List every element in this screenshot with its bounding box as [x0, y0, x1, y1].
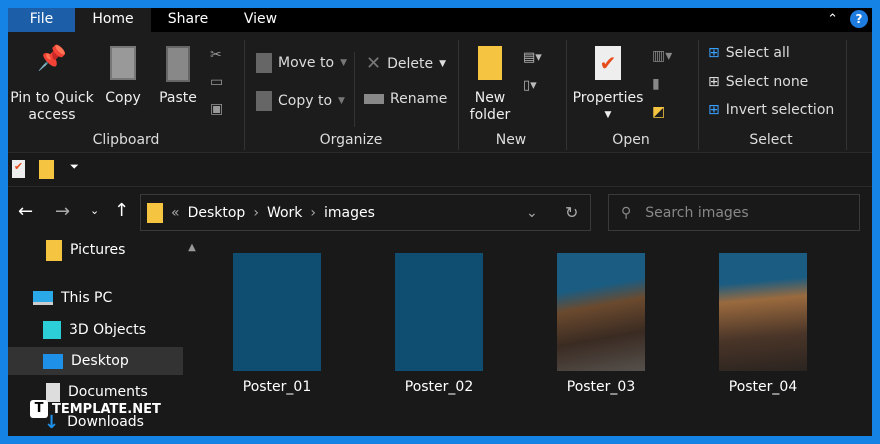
group-new: New	[495, 132, 527, 148]
invert-selection-icon: ⊞	[708, 102, 720, 118]
address-input[interactable]: « Desktop › Work › images ⌄ ↻	[140, 194, 591, 231]
delete-icon: ✕	[366, 53, 382, 74]
nav-item-desktop[interactable]: Desktop	[8, 347, 183, 375]
invert-selection-button[interactable]: ⊞ Invert selection	[708, 102, 834, 118]
address-bar-row: ← → ⌄ ↑ « Desktop › Work › images ⌄ ↻ ⚲ Se…	[8, 188, 872, 236]
back-icon[interactable]: ←	[18, 201, 33, 222]
pin-icon: 📌	[37, 44, 67, 72]
thumbnail	[395, 253, 483, 371]
group-clipboard: Clipboard	[92, 132, 160, 148]
file-item[interactable]: Poster_04	[693, 253, 833, 395]
tab-share[interactable]: Share	[158, 8, 218, 32]
folder-icon	[478, 46, 502, 80]
refresh-icon[interactable]: ↻	[565, 203, 578, 222]
select-none-button[interactable]: ⊞ Select none	[708, 74, 808, 90]
customize-qat-icon[interactable]: ⏷	[70, 160, 79, 174]
group-organize: Organize	[319, 132, 383, 148]
delete-button[interactable]: ✕ Delete ▼	[366, 53, 446, 74]
cube-icon	[43, 321, 61, 339]
move-to-button[interactable]: Move to ▼	[256, 53, 347, 73]
copy-button[interactable]: Copy	[102, 46, 144, 107]
edit-icon[interactable]: ▮	[652, 70, 672, 98]
file-list: Poster_01 Poster_02 Poster_03 Poster_04	[208, 236, 872, 436]
file-item[interactable]: Poster_03	[531, 253, 671, 395]
collapse-ribbon-icon[interactable]: ⌃	[827, 12, 838, 27]
group-open: Open	[612, 132, 650, 148]
copy-to-button[interactable]: Copy to ▼	[256, 91, 345, 111]
folder-icon	[46, 239, 62, 261]
paste-shortcut-icon[interactable]: ▣	[210, 96, 223, 123]
thumbnail	[233, 253, 321, 371]
clipboard-icon	[166, 46, 190, 82]
file-explorer-window: File Home Share View ⌃? 📌 Pin to Quick ac…	[8, 8, 872, 436]
copy-icon	[110, 46, 136, 80]
paste-button[interactable]: Paste	[156, 46, 200, 107]
folder-icon	[147, 202, 163, 223]
search-icon: ⚲	[621, 204, 632, 221]
rename-button[interactable]: Rename	[364, 91, 447, 107]
properties-icon: ✔	[595, 46, 621, 80]
new-item-icon[interactable]: ▤▾	[523, 44, 542, 72]
forward-icon[interactable]: →	[55, 201, 70, 222]
cut-icon[interactable]: ✂	[210, 42, 223, 69]
nav-item-pictures[interactable]: Pictures	[8, 236, 183, 264]
documents-icon	[46, 382, 60, 402]
new-folder-qat-icon[interactable]	[39, 160, 54, 179]
desktop-icon	[43, 353, 63, 369]
computer-icon	[33, 291, 53, 305]
help-icon[interactable]: ?	[850, 10, 868, 28]
copy-to-icon	[256, 91, 272, 111]
thumbnail	[719, 253, 807, 371]
up-icon[interactable]: ↑	[114, 200, 129, 221]
scroll-up-icon[interactable]: ▲	[184, 242, 200, 253]
breadcrumb-images[interactable]: images	[324, 205, 375, 221]
select-all-button[interactable]: ⊞ Select all	[708, 45, 790, 61]
tab-file[interactable]: File	[8, 8, 75, 32]
thumbnail	[557, 253, 645, 371]
breadcrumb-desktop[interactable]: Desktop	[188, 205, 246, 221]
ribbon: 📌 Pin to Quick access Copy Paste ✂ ▭ ▣ Clip…	[8, 32, 872, 153]
easy-access-icon[interactable]: ▯▾	[523, 72, 542, 100]
move-to-icon	[256, 53, 272, 73]
ribbon-tabs: File Home Share View ⌃?	[8, 8, 872, 32]
select-none-icon: ⊞	[708, 74, 720, 90]
select-all-icon: ⊞	[708, 45, 720, 61]
search-input[interactable]: ⚲ Search images	[608, 194, 860, 231]
rename-icon	[364, 94, 384, 104]
file-item[interactable]: Poster_01	[207, 253, 347, 395]
breadcrumb-work[interactable]: Work	[267, 205, 302, 221]
watermark-logo: T TEMPLATE.NET	[30, 400, 161, 418]
recent-locations-icon[interactable]: ⌄	[90, 204, 99, 217]
nav-item-this-pc[interactable]: This PC	[8, 284, 183, 312]
copy-path-icon[interactable]: ▭	[210, 69, 223, 96]
address-dropdown-icon[interactable]: ⌄	[526, 205, 538, 221]
history-icon[interactable]: ◩	[652, 98, 672, 126]
file-item[interactable]: Poster_02	[369, 253, 509, 395]
pin-to-quick-access-button[interactable]: 📌 Pin to Quick access	[10, 44, 94, 124]
nav-item-3d-objects[interactable]: 3D Objects	[8, 316, 183, 344]
nav-scrollbar[interactable]: ▲	[184, 236, 200, 436]
properties-qat-icon[interactable]: ✔	[12, 160, 25, 178]
quick-access-toolbar: ✔ ⏷	[8, 153, 872, 187]
tab-home[interactable]: Home	[75, 8, 151, 32]
properties-button[interactable]: ✔ Properties ▼	[572, 46, 644, 124]
open-icon[interactable]: ▥▾	[652, 42, 672, 70]
new-folder-button[interactable]: New folder	[466, 46, 514, 124]
tab-view[interactable]: View	[233, 8, 288, 32]
group-select: Select	[749, 132, 793, 148]
